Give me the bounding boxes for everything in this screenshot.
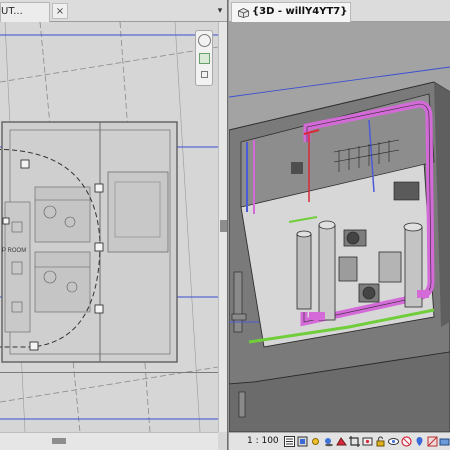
- visual-style-icon[interactable]: [297, 436, 308, 447]
- horizontal-scrollbar[interactable]: [0, 432, 218, 450]
- right-view-tabbar: {3D - willY4YT7}: [229, 0, 450, 22]
- rendering-icon[interactable]: [336, 436, 347, 447]
- view-control-bar: 1 : 100: [229, 432, 450, 450]
- detail-level-icon[interactable]: [284, 436, 295, 447]
- analytical-model-icon[interactable]: [427, 436, 438, 447]
- floor-plan-canvas[interactable]: P ROOM: [0, 22, 218, 432]
- close-icon[interactable]: ×: [52, 3, 68, 19]
- 3d-model-canvas[interactable]: [229, 22, 450, 432]
- shadows-icon[interactable]: [323, 436, 334, 447]
- vertical-scrollbar[interactable]: [218, 22, 227, 432]
- tab-3d-label: {3D - willY4YT7}: [252, 6, 348, 17]
- tab-3d-view[interactable]: {3D - willY4YT7}: [231, 2, 351, 22]
- revit-app-window: UT... × ▾ P ROOM {3D - willY4YT7} 1: 10…: [0, 0, 450, 450]
- vertical-scroll-thumb[interactable]: [220, 220, 227, 232]
- 3d-view-icon: [238, 8, 249, 18]
- zoom-icon[interactable]: [198, 34, 211, 47]
- 3d-view: {3D - willY4YT7} 1: 100: [229, 0, 450, 450]
- view-cube-icon[interactable]: [201, 71, 208, 78]
- sun-path-icon[interactable]: [310, 436, 321, 447]
- crop-view-icon[interactable]: [349, 436, 360, 447]
- highlight-displacement-icon[interactable]: [439, 436, 450, 447]
- temporary-hide-icon[interactable]: [388, 436, 399, 447]
- pan-icon[interactable]: [199, 53, 210, 64]
- left-view-tabbar: UT... × ▾: [0, 0, 227, 22]
- reveal-hidden-icon[interactable]: [401, 436, 412, 447]
- navigation-wheel-icon[interactable]: [195, 30, 213, 86]
- tab-floor-plan[interactable]: UT...: [0, 2, 50, 22]
- show-crop-icon[interactable]: [362, 436, 373, 447]
- worksharing-icon[interactable]: [414, 436, 425, 447]
- chevron-down-icon[interactable]: ▾: [214, 3, 226, 19]
- horizontal-scroll-thumb[interactable]: [52, 438, 66, 444]
- room-label: P ROOM: [2, 248, 26, 254]
- scale-selector[interactable]: 1 : 100: [247, 436, 279, 446]
- floor-plan-view: UT... × ▾ P ROOM: [0, 0, 228, 450]
- unlock-3d-icon[interactable]: [375, 436, 386, 447]
